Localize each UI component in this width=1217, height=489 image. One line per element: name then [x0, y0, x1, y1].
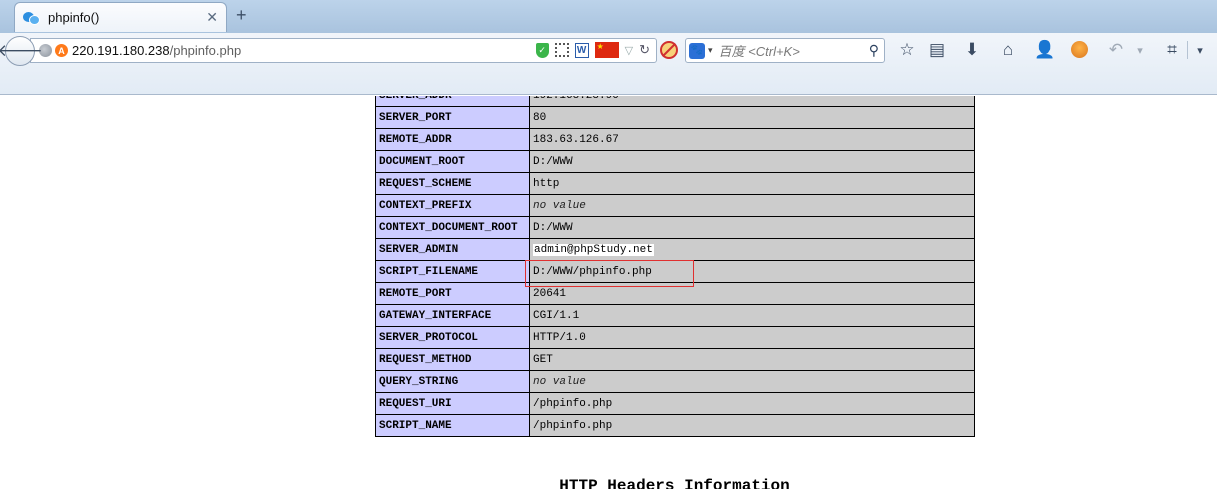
env-name-cell: GATEWAY_INTERFACE	[375, 304, 530, 327]
env-value-cell: admin@phpStudy.net	[529, 238, 975, 261]
env-value-text: /phpinfo.php	[533, 419, 613, 432]
env-name-cell: SCRIPT_FILENAME	[375, 260, 530, 283]
table-row: REQUEST_METHOD GET	[375, 348, 975, 371]
table-row: SERVER_PROTOCOL HTTP/1.0	[375, 326, 975, 349]
reload-icon[interactable]: ↻	[639, 42, 650, 58]
env-value-cell: 183.63.126.67	[529, 128, 975, 151]
env-value-cell: /phpinfo.php	[529, 414, 975, 437]
env-value-cell: D:/WWW	[529, 150, 975, 173]
env-value-text: 20641	[533, 287, 567, 300]
table-row: QUERY_STRING no value	[375, 370, 975, 393]
env-value-cell: /phpinfo.php	[529, 392, 975, 415]
dropdown-triangle-icon[interactable]: ▽	[625, 44, 633, 57]
env-name-cell: SERVER_PROTOCOL	[375, 326, 530, 349]
env-name-cell: REMOTE_PORT	[375, 282, 530, 305]
site-identity-icon[interactable]: A	[55, 44, 68, 57]
address-bar[interactable]: A 220.191.180.238/phpinfo.php ✓ W ▽ ↻	[30, 38, 657, 63]
env-value-cell: D:/WWW	[529, 216, 975, 239]
table-row: SCRIPT_NAME/phpinfo.php	[375, 414, 975, 437]
env-value-text: http	[533, 177, 560, 190]
highlight-box	[525, 260, 694, 287]
env-value-text: /phpinfo.php	[533, 397, 613, 410]
table-row: CONTEXT_PREFIX no value	[375, 194, 975, 217]
security-shield-icon[interactable]: ✓	[535, 42, 549, 58]
bookmarks-list-icon[interactable]: ▤	[927, 40, 947, 60]
section-heading: HTTP Headers Information	[559, 477, 790, 489]
env-name-cell: SERVER_PORT	[375, 106, 530, 129]
search-engine-dropdown-icon[interactable]: ▾	[708, 45, 713, 56]
admin-email-text: admin@phpStudy.net	[533, 243, 654, 256]
search-icon[interactable]: ⚲	[869, 42, 879, 59]
search-input[interactable]: 百度 <Ctrl+K>	[719, 41, 800, 60]
env-value-cell: HTTP/1.0	[529, 326, 975, 349]
word-icon[interactable]: W	[574, 42, 589, 58]
env-name-cell: CONTEXT_DOCUMENT_ROOT	[375, 216, 530, 239]
env-name-cell: SCRIPT_NAME	[375, 414, 530, 437]
env-name-cell: DOCUMENT_ROOT	[375, 150, 530, 173]
env-value-text: HTTP/1.0	[533, 331, 586, 344]
table-row: GATEWAY_INTERFACE CGI/1.1	[375, 304, 975, 327]
new-tab-button[interactable]: +	[236, 5, 247, 26]
no-value-text: no value	[533, 375, 586, 388]
table-row: REMOTE_ADDR 183.63.126.67	[375, 128, 975, 151]
tab-title: phpinfo()	[48, 10, 100, 25]
env-value-cell: GET	[529, 348, 975, 371]
back-arrow-icon: 🡐	[0, 41, 43, 60]
env-value-text: 80	[533, 111, 547, 124]
env-name-cell: SERVER_ADDR	[375, 96, 530, 107]
back-button[interactable]: 🡐	[0, 36, 43, 66]
table-row: DOCUMENT_ROOT D:/WWW	[375, 150, 975, 173]
env-value-text: GET	[533, 353, 553, 366]
bookmark-star-icon[interactable]: ☆	[897, 40, 917, 60]
url-host: 220.191.180.238	[72, 43, 170, 58]
env-value-cell: no value	[529, 194, 975, 217]
search-bar[interactable]: 🐾 ▾ 百度 <Ctrl+K> ⚲	[685, 38, 885, 63]
close-tab-icon[interactable]: ✕	[206, 9, 218, 26]
menu-dropdown-icon[interactable]: ▾	[1190, 44, 1210, 57]
table-row: CONTEXT_DOCUMENT_ROOT D:/WWW	[375, 216, 975, 239]
noscript-icon[interactable]	[660, 41, 678, 59]
env-value-cell: CGI/1.1	[529, 304, 975, 327]
no-value-text: no value	[533, 199, 586, 212]
baidu-paw-icon[interactable]: 🐾	[689, 42, 705, 59]
env-value-text: D:/WWW	[533, 221, 573, 234]
env-name-cell: REQUEST_URI	[375, 392, 530, 415]
env-name-cell: CONTEXT_PREFIX	[375, 194, 530, 217]
table-row: REQUEST_SCHEME http	[375, 172, 975, 195]
env-value-text: 192.168.28.90	[533, 96, 619, 102]
env-value-cell: http	[529, 172, 975, 195]
env-value-cell: 192.168.28.90	[529, 96, 975, 107]
table-row: REQUEST_URI/phpinfo.php	[375, 392, 975, 415]
env-value-text: D:/WWW	[533, 155, 573, 168]
table-row: SERVER_ADDR192.168.28.90	[375, 96, 975, 107]
home-icon[interactable]: ⌂	[998, 40, 1018, 60]
env-name-cell: SERVER_ADMIN	[375, 238, 530, 261]
firefox-addon-icon[interactable]	[1071, 41, 1088, 58]
chat-bubbles-icon	[23, 11, 40, 25]
env-name-cell: REQUEST_METHOD	[375, 348, 530, 371]
env-value-text: 183.63.126.67	[533, 133, 619, 146]
undo-dropdown-icon[interactable]: ▾	[1130, 44, 1150, 57]
undo-icon[interactable]: ↶	[1106, 40, 1126, 60]
env-name-cell: QUERY_STRING	[375, 370, 530, 393]
table-row: SERVER_PORT 80	[375, 106, 975, 129]
env-value-text: CGI/1.1	[533, 309, 580, 322]
china-flag-icon[interactable]	[594, 42, 619, 58]
table-row: SERVER_ADMIN admin@phpStudy.net	[375, 238, 975, 261]
env-name-cell: REMOTE_ADDR	[375, 128, 530, 151]
download-icon[interactable]: ⬇	[962, 40, 982, 60]
toolbar-separator	[1187, 41, 1188, 59]
env-name-cell: REQUEST_SCHEME	[375, 172, 530, 195]
env-value-cell: 80	[529, 106, 975, 129]
url-path: /phpinfo.php	[169, 43, 242, 58]
page-content: SERVER_ADDR192.168.28.90SERVER_PORT80REM…	[0, 96, 1217, 489]
tab-strip: phpinfo() ✕ +	[0, 0, 1217, 33]
user-icon[interactable]: 👤	[1034, 40, 1055, 60]
env-value-cell: no value	[529, 370, 975, 393]
qr-code-icon[interactable]	[554, 43, 569, 57]
browser-tab[interactable]: phpinfo() ✕	[14, 2, 227, 32]
crop-icon[interactable]: ⌗	[1162, 40, 1182, 60]
